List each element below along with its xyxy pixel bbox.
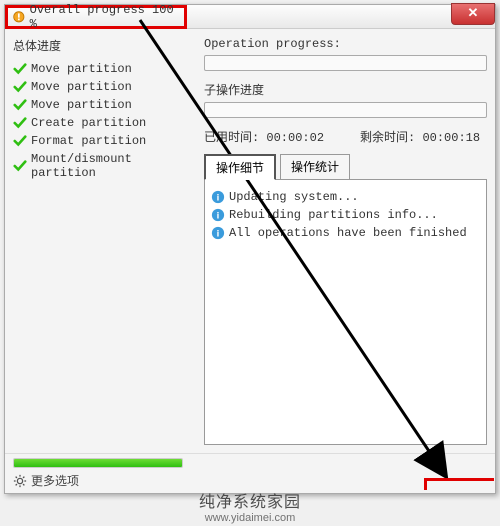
remaining-value: 00:00:18 xyxy=(422,131,480,145)
operation-item: Move partition xyxy=(13,96,198,114)
info-icon: i xyxy=(211,190,225,204)
tab-details[interactable]: 操作细节 xyxy=(204,154,276,180)
sub-progress-bar xyxy=(204,102,487,118)
check-icon xyxy=(13,98,27,112)
operation-item: Create partition xyxy=(13,114,198,132)
bottom-bar: 更多选项 xyxy=(5,453,495,493)
elapsed-value: 00:00:02 xyxy=(266,131,324,145)
operation-text: Move partition xyxy=(31,98,132,112)
dialog-window: Overall progress 100 % ✕ 总体进度 Move parti… xyxy=(4,4,496,494)
app-icon xyxy=(12,10,26,24)
watermark-url: www.yidaimei.com xyxy=(0,512,500,524)
right-column: Operation progress: 子操作进度 已用时间: 00:00:02… xyxy=(204,37,487,445)
more-options-label: 更多选项 xyxy=(31,472,79,489)
close-icon: ✕ xyxy=(468,5,479,20)
svg-text:i: i xyxy=(217,193,220,204)
operation-text: Create partition xyxy=(31,116,146,130)
elapsed-label: 已用时间: xyxy=(204,131,259,145)
detail-line: i Updating system... xyxy=(211,188,480,206)
detail-line: i All operations have been finished xyxy=(211,224,480,242)
overall-progress-bar xyxy=(13,458,183,468)
detail-text: Rebuilding partitions info... xyxy=(229,208,438,222)
operation-progress-bar xyxy=(204,55,487,71)
remaining-label: 剩余时间: xyxy=(360,131,415,145)
details-panel: i Updating system... i Rebuilding partit… xyxy=(204,179,487,445)
operation-text: Format partition xyxy=(31,134,146,148)
operation-item: Format partition xyxy=(13,132,198,150)
svg-text:i: i xyxy=(217,229,220,240)
titlebar: Overall progress 100 % ✕ xyxy=(5,5,495,29)
operation-item: Move partition xyxy=(13,78,198,96)
check-icon xyxy=(13,80,27,94)
operation-list: Move partition Move partition Move parti… xyxy=(13,58,198,184)
more-options-button[interactable]: 更多选项 xyxy=(13,472,487,489)
watermark-text: 纯净系统家园 xyxy=(199,494,301,511)
annotation-target-box xyxy=(424,478,494,490)
detail-text: Updating system... xyxy=(229,190,359,204)
operation-item: Move partition xyxy=(13,60,198,78)
detail-line: i Rebuilding partitions info... xyxy=(211,206,480,224)
check-icon xyxy=(13,116,27,130)
window-title: Overall progress 100 % xyxy=(30,3,184,31)
operation-text: Move partition xyxy=(31,80,132,94)
check-icon xyxy=(13,159,27,173)
tab-stats[interactable]: 操作统计 xyxy=(280,154,350,180)
operation-text: Mount/dismount partition xyxy=(31,152,198,180)
gear-icon xyxy=(13,474,27,488)
dialog-body: 总体进度 Move partition Move partition Move … xyxy=(5,29,495,453)
info-icon: i xyxy=(211,208,225,222)
overall-progress-label: 总体进度 xyxy=(13,37,198,54)
operation-item: Mount/dismount partition xyxy=(13,150,198,182)
tabs: 操作细节 操作统计 xyxy=(204,153,487,179)
operation-text: Move partition xyxy=(31,62,132,76)
close-button[interactable]: ✕ xyxy=(451,3,495,25)
left-column: 总体进度 Move partition Move partition Move … xyxy=(13,37,198,445)
sub-progress-label: 子操作进度 xyxy=(204,81,487,98)
check-icon xyxy=(13,62,27,76)
detail-text: All operations have been finished xyxy=(229,226,467,240)
title-highlight-box: Overall progress 100 % xyxy=(5,5,187,29)
check-icon xyxy=(13,134,27,148)
svg-text:i: i xyxy=(217,211,220,222)
info-icon: i xyxy=(211,226,225,240)
time-row: 已用时间: 00:00:02 剩余时间: 00:00:18 xyxy=(204,128,487,145)
operation-progress-label: Operation progress: xyxy=(204,37,487,51)
